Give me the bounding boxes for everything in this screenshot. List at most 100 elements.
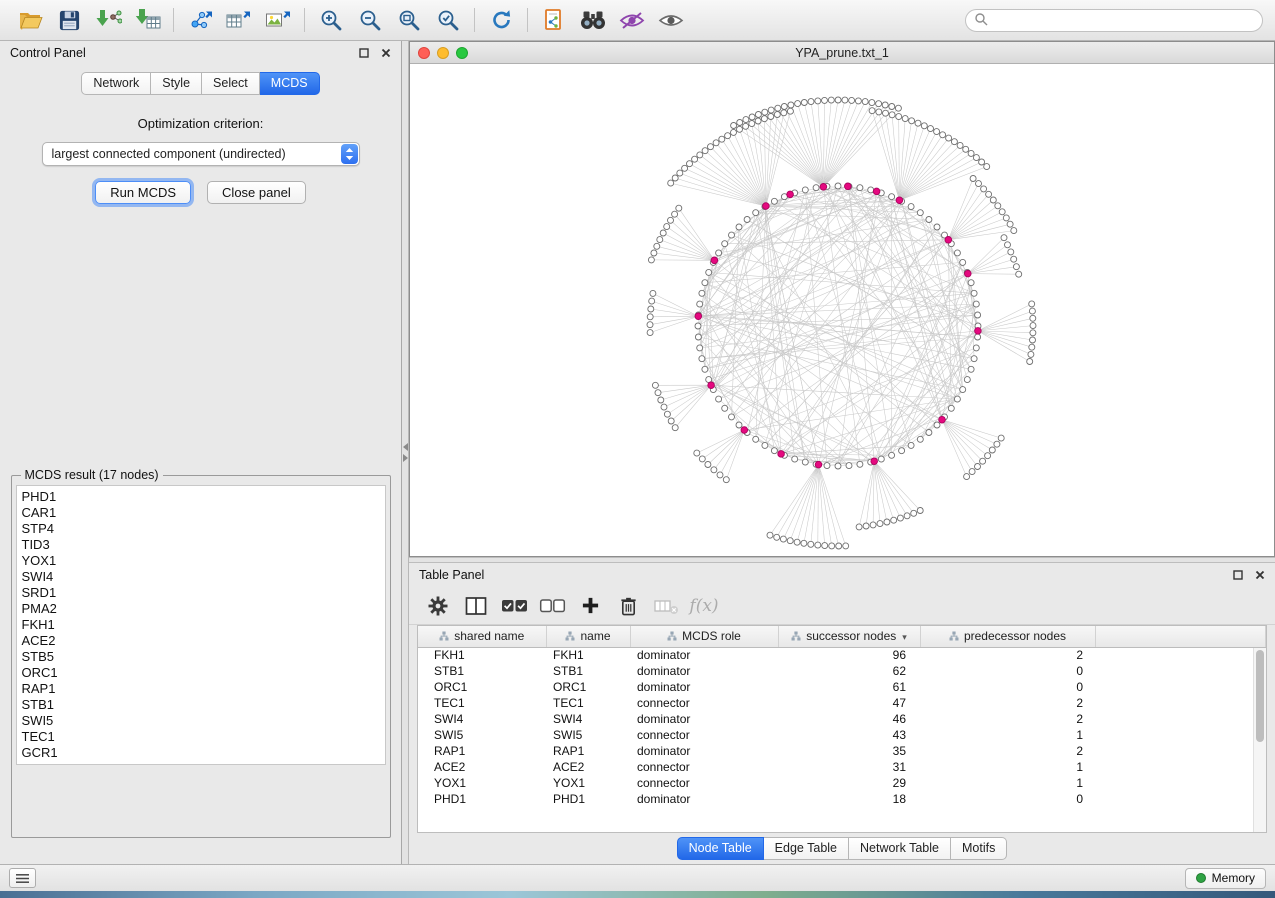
zoom-out-icon[interactable] <box>352 5 388 35</box>
tab-mcds[interactable]: MCDS <box>260 72 320 95</box>
mcds-result-item[interactable]: STP4 <box>22 521 380 537</box>
desktop-wallpaper-strip <box>0 891 1275 898</box>
mcds-result-item[interactable]: SWI5 <box>22 713 380 729</box>
toolbar-group <box>313 5 466 35</box>
optimization-criterion-select[interactable]: largest connected component (undirected) <box>42 142 360 166</box>
mcds-result-item[interactable]: CAR1 <box>22 505 380 521</box>
mcds-result-item[interactable]: TEC1 <box>22 729 380 745</box>
maximize-window-icon[interactable] <box>456 47 468 59</box>
menu-list-icon[interactable] <box>9 868 36 888</box>
memory-button[interactable]: Memory <box>1185 868 1266 889</box>
add-icon[interactable] <box>575 591 605 621</box>
export-table-icon[interactable] <box>221 5 257 35</box>
tab-edge-table[interactable]: Edge Table <box>764 837 849 860</box>
toolbar-separator <box>527 8 528 32</box>
close-table-panel-icon[interactable] <box>1255 570 1265 580</box>
mcds-result-item[interactable]: RAP1 <box>22 681 380 697</box>
gear-icon[interactable] <box>423 591 453 621</box>
table-row[interactable]: ACE2ACE2connector311 <box>418 759 1266 775</box>
mcds-result-item[interactable]: ACE2 <box>22 633 380 649</box>
import-table-icon[interactable] <box>129 5 165 35</box>
table-toolbar: f(x) <box>409 587 1275 625</box>
export-network-icon[interactable] <box>182 5 218 35</box>
float-panel-icon[interactable] <box>359 48 369 58</box>
mcds-result-item[interactable]: TID3 <box>22 537 380 553</box>
float-table-panel-icon[interactable] <box>1233 570 1243 580</box>
main-toolbar-groups <box>12 5 689 35</box>
column-browser-icon[interactable] <box>461 591 491 621</box>
mcds-result-item[interactable]: GCR1 <box>22 745 380 761</box>
mcds-result-item[interactable]: PHD1 <box>22 489 380 505</box>
close-panel-button[interactable]: Close panel <box>207 181 306 204</box>
mcds-result-item[interactable]: SWI4 <box>22 569 380 585</box>
table-row[interactable]: FKH1FKH1dominator962 <box>418 647 1266 663</box>
table-row[interactable]: ORC1ORC1dominator610 <box>418 679 1266 695</box>
table-row[interactable]: RAP1RAP1dominator352 <box>418 743 1266 759</box>
trash-icon[interactable] <box>613 591 643 621</box>
column-header-predecessor-nodes[interactable]: predecessor nodes <box>920 626 1095 647</box>
tab-style[interactable]: Style <box>151 72 202 95</box>
cell-successor-nodes: 35 <box>778 743 920 759</box>
tab-network-table[interactable]: Network Table <box>849 837 951 860</box>
table-row[interactable]: SWI4SWI4dominator462 <box>418 711 1266 727</box>
table-row[interactable]: TEC1TEC1connector472 <box>418 695 1266 711</box>
deselect-all-icon[interactable] <box>537 591 567 621</box>
minimize-window-icon[interactable] <box>437 47 449 59</box>
tab-motifs[interactable]: Motifs <box>951 837 1007 860</box>
mcds-result-item[interactable]: PMA2 <box>22 601 380 617</box>
zoom-in-icon[interactable] <box>313 5 349 35</box>
mcds-result-item[interactable]: YOX1 <box>22 553 380 569</box>
zoom-selected-icon[interactable] <box>430 5 466 35</box>
vertical-splitter[interactable] <box>402 41 409 864</box>
open-folder-icon[interactable] <box>12 5 48 35</box>
run-mcds-button[interactable]: Run MCDS <box>95 181 191 204</box>
column-header-name[interactable]: name <box>546 626 630 647</box>
mcds-result-item[interactable]: FKH1 <box>22 617 380 633</box>
table-row[interactable]: PHD1PHD1dominator180 <box>418 791 1266 807</box>
zoom-fit-icon[interactable] <box>391 5 427 35</box>
mcds-result-item[interactable]: STB5 <box>22 649 380 665</box>
mcds-result-item[interactable]: SRD1 <box>22 585 380 601</box>
function-builder-icon[interactable]: f(x) <box>689 591 719 621</box>
clone-network-icon[interactable] <box>536 5 572 35</box>
attribute-icon <box>439 630 449 644</box>
delete-column-icon[interactable] <box>651 591 681 621</box>
hide-graphics-icon[interactable] <box>614 5 650 35</box>
tab-select[interactable]: Select <box>202 72 260 95</box>
collapse-left-icon[interactable] <box>403 443 408 451</box>
cell-shared-name: RAP1 <box>418 743 546 759</box>
mcds-result-item[interactable]: STB1 <box>22 697 380 713</box>
toolbar-group <box>182 5 296 35</box>
table-row[interactable]: YOX1YOX1connector291 <box>418 775 1266 791</box>
column-header-mcds-role[interactable]: MCDS role <box>630 626 778 647</box>
table-scrollbar[interactable] <box>1253 648 1266 832</box>
table-scrollbar-thumb[interactable] <box>1256 650 1264 742</box>
cell-predecessor-nodes: 0 <box>920 791 1095 807</box>
tab-node-table[interactable]: Node Table <box>677 837 764 860</box>
cell-name: YOX1 <box>546 775 630 791</box>
export-image-icon[interactable] <box>260 5 296 35</box>
binoculars-icon[interactable] <box>575 5 611 35</box>
close-panel-icon[interactable] <box>381 48 391 58</box>
table-row[interactable]: SWI5SWI5connector431 <box>418 727 1266 743</box>
network-canvas[interactable] <box>410 64 1274 556</box>
import-network-icon[interactable] <box>90 5 126 35</box>
refresh-icon[interactable] <box>483 5 519 35</box>
mcds-result-list: PHD1CAR1STP4TID3YOX1SWI4SRD1PMA2FKH1ACE2… <box>16 485 386 765</box>
cell-name: TEC1 <box>546 695 630 711</box>
column-header-successor-nodes[interactable]: successor nodes▾ <box>778 626 920 647</box>
show-graphics-icon[interactable] <box>653 5 689 35</box>
search-input[interactable] <box>994 13 1254 27</box>
select-all-icon[interactable] <box>499 591 529 621</box>
close-window-icon[interactable] <box>418 47 430 59</box>
column-header-shared-name[interactable]: shared name <box>418 626 546 647</box>
cell-predecessor-nodes: 1 <box>920 775 1095 791</box>
cell-shared-name: PHD1 <box>418 791 546 807</box>
tab-network[interactable]: Network <box>81 72 151 95</box>
table-panel: Table Panel f(x) shared namenameMCDS rol… <box>409 563 1275 864</box>
window-controls <box>418 47 468 59</box>
mcds-result-item[interactable]: ORC1 <box>22 665 380 681</box>
save-icon[interactable] <box>51 5 87 35</box>
collapse-right-icon[interactable] <box>403 454 408 462</box>
table-row[interactable]: STB1STB1dominator620 <box>418 663 1266 679</box>
